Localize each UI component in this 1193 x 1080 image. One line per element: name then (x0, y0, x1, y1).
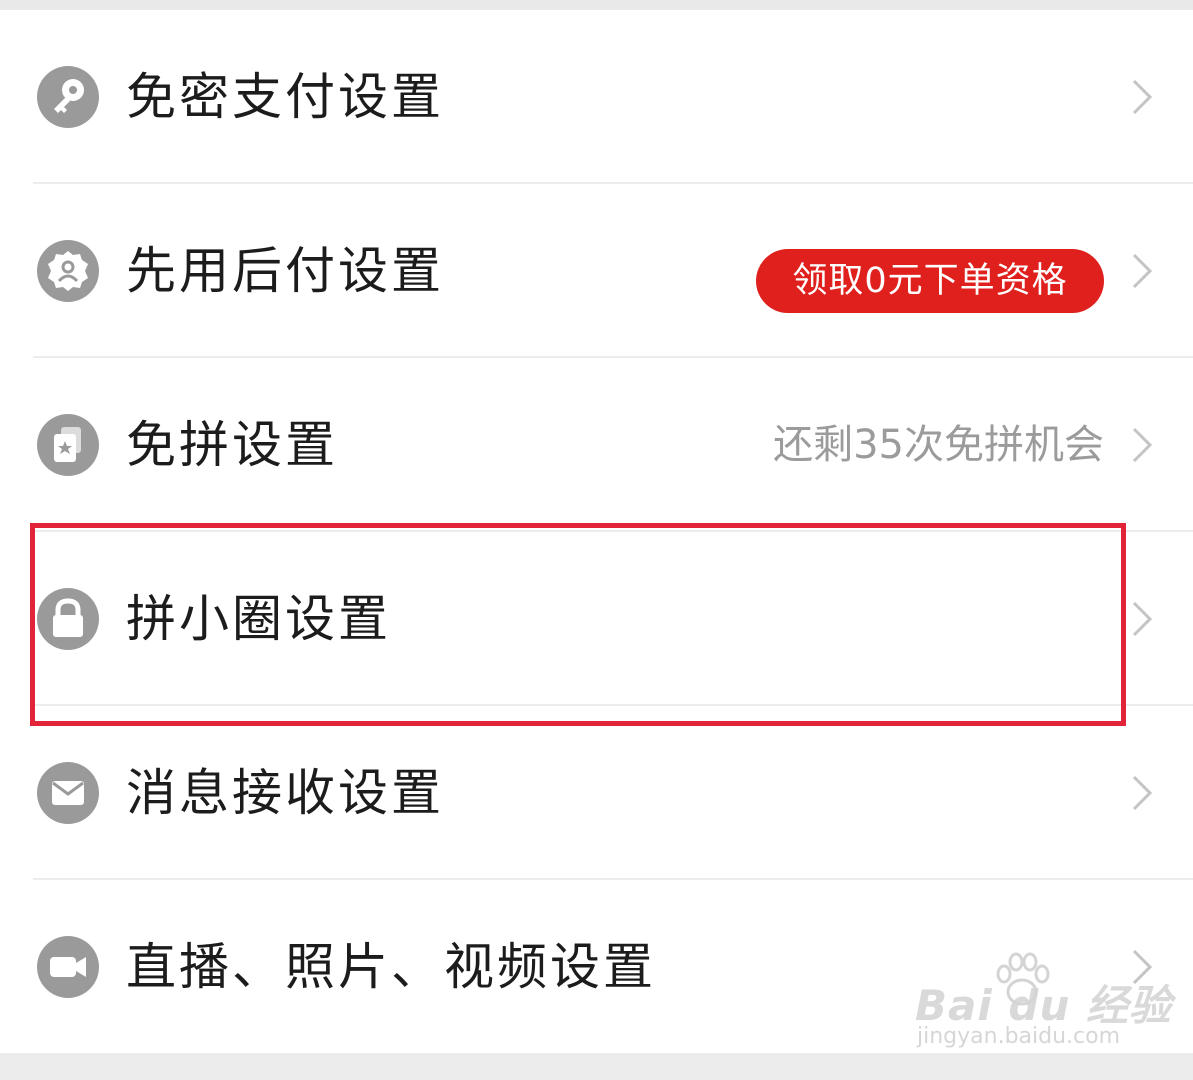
row-label: 拼小圈设置 (126, 590, 391, 648)
remaining-chances-hint: 还剩35次免拼机会 (773, 422, 1104, 468)
chevron-right-icon (1128, 773, 1156, 813)
lock-icon (37, 588, 99, 650)
row-label: 消息接收设置 (126, 764, 444, 822)
video-camera-icon (37, 936, 99, 998)
envelope-icon (37, 762, 99, 824)
star-cards-icon (37, 414, 99, 476)
row-label: 直播、照片、视频设置 (126, 938, 656, 996)
bottom-divider-strip (0, 1053, 1193, 1080)
row-group-free[interactable]: 免拼设置 还剩35次免拼机会 (0, 358, 1193, 532)
chevron-right-icon (1128, 425, 1156, 465)
chevron-right-icon (1128, 599, 1156, 639)
row-pin-circle[interactable]: 拼小圈设置 (0, 532, 1193, 706)
row-label: 先用后付设置 (126, 242, 444, 300)
row-label: 免密支付设置 (126, 68, 444, 126)
top-divider-strip (0, 0, 1193, 10)
row-label: 免拼设置 (126, 416, 338, 474)
promo-badge[interactable]: 领取0元下单资格 (756, 249, 1104, 313)
row-password-free-payment[interactable]: 免密支付设置 (0, 10, 1193, 184)
chevron-right-icon (1128, 947, 1156, 987)
key-icon (37, 66, 99, 128)
settings-list: 免密支付设置 先用后付设置 领取0元下单资格 免拼设置 还剩35次免拼机会 拼小… (0, 10, 1193, 1053)
row-pay-later[interactable]: 先用后付设置 领取0元下单资格 (0, 184, 1193, 358)
chevron-right-icon (1128, 251, 1156, 291)
row-message-receive[interactable]: 消息接收设置 (0, 706, 1193, 880)
chevron-right-icon (1128, 77, 1156, 117)
row-live-photo-video[interactable]: 直播、照片、视频设置 (0, 880, 1193, 1054)
badge-person-icon (37, 240, 99, 302)
